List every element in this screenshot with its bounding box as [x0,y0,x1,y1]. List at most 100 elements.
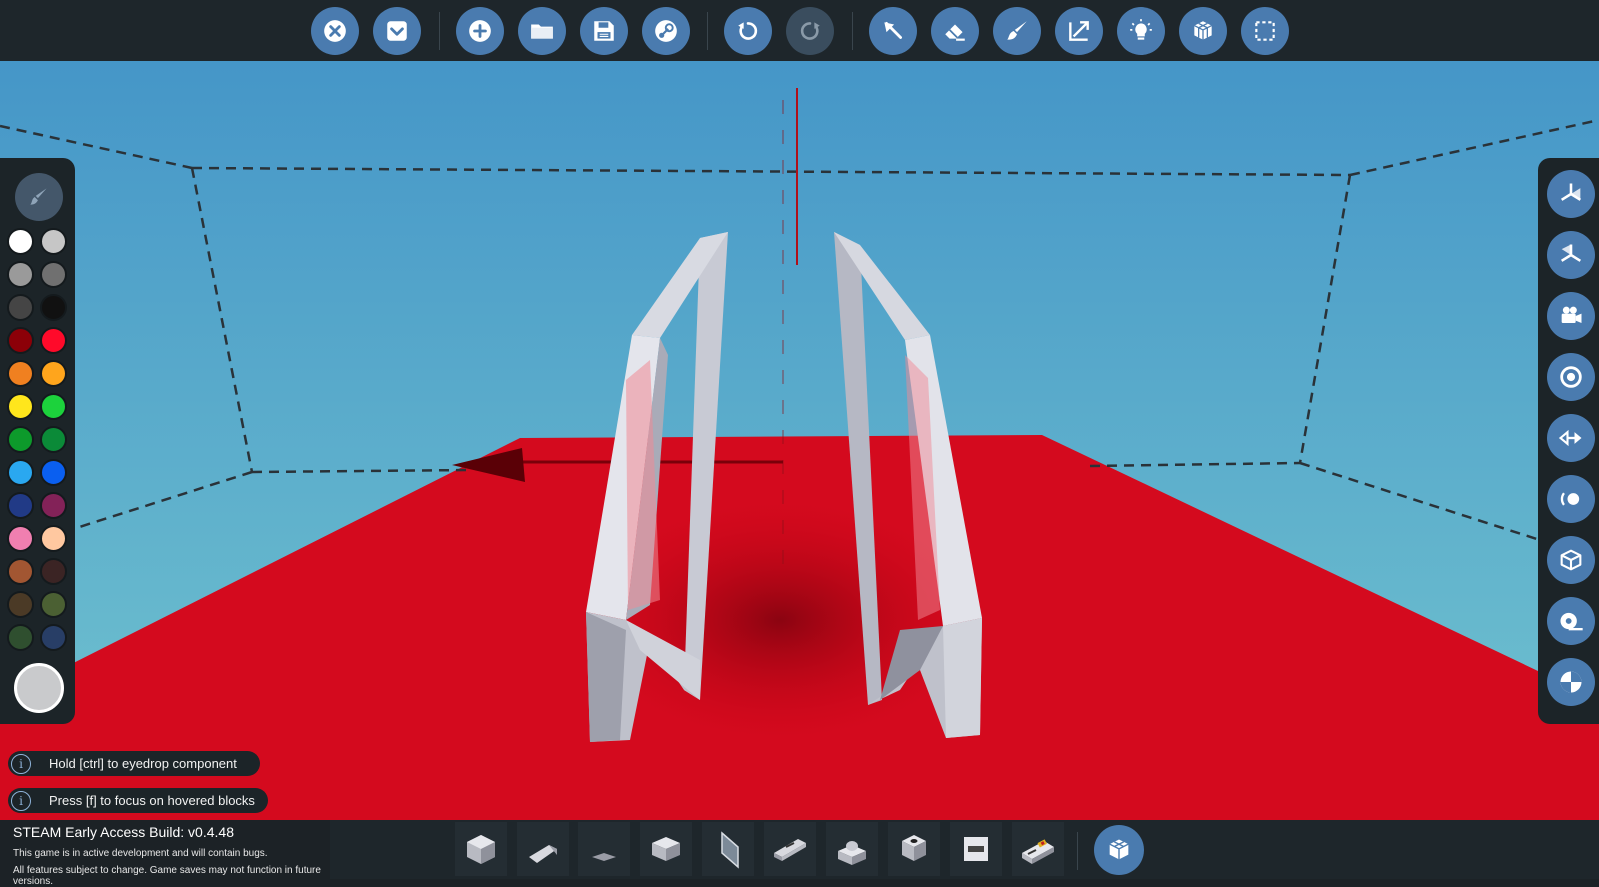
color-swatch[interactable] [7,360,34,387]
cube-block-icon [467,835,495,864]
color-swatch[interactable] [40,228,67,255]
color-swatch[interactable] [7,624,34,651]
light-button[interactable] [1117,7,1165,55]
camera-icon [1561,306,1582,323]
build-info: STEAM Early Access Build: v0.4.48 This g… [0,820,330,887]
color-swatch[interactable] [40,327,67,354]
color-swatch[interactable] [7,261,34,288]
measure-button[interactable] [1547,597,1595,645]
select-tool-button[interactable] [869,7,917,55]
hint-focus: i Press [f] to focus on hovered blocks [8,788,268,813]
color-swatch[interactable] [7,294,34,321]
color-swatch[interactable] [7,525,34,552]
color-swatch[interactable] [7,558,34,585]
scene[interactable] [0,0,1599,879]
eraser-tool-button[interactable] [931,7,979,55]
color-swatch[interactable] [40,591,67,618]
collapse-button[interactable] [373,7,421,55]
block-browser-button[interactable] [1094,825,1144,875]
3d-viewport[interactable] [0,0,1599,879]
redo-icon [800,22,820,40]
steam-icon [655,20,677,42]
eraser-icon [945,24,965,41]
slope-block-icon [652,837,680,861]
color-swatch[interactable] [7,327,34,354]
cube-block[interactable] [455,822,507,876]
color-swatch[interactable] [40,525,67,552]
color-swatch[interactable] [40,624,67,651]
center-of-mass-button[interactable] [1547,658,1595,706]
floppy-disk-icon [594,21,614,41]
color-swatch[interactable] [40,459,67,486]
axis-gizmo-icon [1560,183,1582,201]
selected-color-indicator[interactable] [14,663,64,713]
camera-button[interactable] [1547,292,1595,340]
info-icon: i [11,790,31,811]
color-swatch[interactable] [7,492,34,519]
plate-block-icon [964,837,988,861]
mirror-button[interactable] [1547,414,1595,462]
switch-block-icon [1022,839,1054,864]
save-button[interactable] [580,7,628,55]
undo-icon [738,22,758,40]
color-swatch[interactable] [40,261,67,288]
color-swatch[interactable] [40,426,67,453]
color-swatch[interactable] [7,459,34,486]
color-swatch[interactable] [40,492,67,519]
marquee-select-button[interactable] [1241,7,1289,55]
close-button[interactable] [311,7,359,55]
orbit-icon [1560,492,1580,506]
build-version: STEAM Early Access Build: v0.4.48 [13,824,234,840]
blocks-button[interactable] [1179,7,1227,55]
top-toolbar [0,0,1599,61]
socket-block-icon [902,835,926,861]
flat-wedge-block[interactable] [578,822,630,876]
color-swatch[interactable] [40,294,67,321]
gravity-button[interactable] [1547,475,1595,523]
undo-button[interactable] [724,7,772,55]
color-swatch[interactable] [7,426,34,453]
switch-block[interactable] [1012,822,1064,876]
blocks-icon [1109,839,1129,860]
focus-target-button[interactable] [1547,353,1595,401]
info-icon: i [11,753,31,774]
center-of-mass-icon [1560,671,1582,693]
hinge-block[interactable] [764,822,816,876]
view-controls-panel [1538,158,1599,724]
color-swatch[interactable] [40,393,67,420]
socket-block[interactable] [888,822,940,876]
panel-block[interactable] [702,822,754,876]
dome-block[interactable] [826,822,878,876]
color-swatch[interactable] [7,393,34,420]
blocks-icon [1194,21,1212,40]
scale-tool-button[interactable] [1055,7,1103,55]
color-swatch[interactable] [40,558,67,585]
mirror-arrows-icon [1558,429,1582,447]
wedge-block[interactable] [517,822,569,876]
color-swatch[interactable] [40,360,67,387]
paint-picker-icon [30,188,47,205]
hint-eyedrop-text: Hold [ctrl] to eyedrop component [49,756,237,771]
slope-block[interactable] [640,822,692,876]
redo-button[interactable] [786,7,834,55]
paint-picker-button[interactable] [15,173,63,221]
axis-gizmo-alt-icon [1560,244,1582,262]
color-swatch[interactable] [7,591,34,618]
close-circle-icon [324,20,346,42]
paintbrush-icon [1007,21,1027,40]
view-perspective-button[interactable] [1547,170,1595,218]
chevron-down-box-icon [387,21,407,41]
box-view-button[interactable] [1547,536,1595,584]
flat-wedge-block-icon [592,853,616,861]
plate-block[interactable] [950,822,1002,876]
new-button[interactable] [456,7,504,55]
view-iso-button[interactable] [1547,231,1595,279]
plus-circle-icon [469,20,491,42]
paint-tool-button[interactable] [993,7,1041,55]
color-swatch[interactable] [7,228,34,255]
hint-eyedrop: i Hold [ctrl] to eyedrop component [8,751,260,776]
steam-button[interactable] [642,7,690,55]
lightbulb-icon [1130,19,1152,40]
open-button[interactable] [518,7,566,55]
resize-arrows-icon [1069,21,1089,41]
